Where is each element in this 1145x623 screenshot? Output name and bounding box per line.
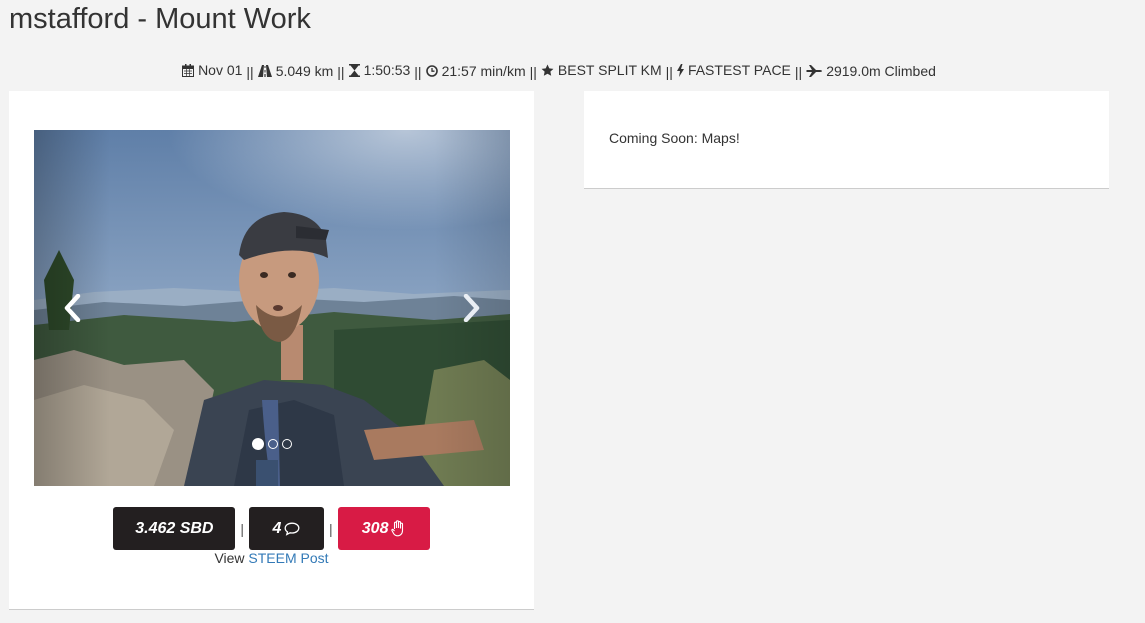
activity-photo-panel: 3.462 SBD | 4 | 308 View STEEM Post: [9, 91, 534, 610]
comment-icon: [285, 522, 300, 536]
stat-pace: 21:57 min/km: [425, 62, 526, 80]
stat-best-split: BEST SPLIT KM: [541, 61, 662, 79]
view-prefix: View: [214, 550, 245, 566]
hand-icon: [391, 520, 404, 537]
votes-count: 308: [361, 519, 389, 537]
chevron-left-icon: [64, 294, 81, 322]
carousel-indicators: [34, 438, 510, 450]
star-icon: [541, 64, 554, 76]
votes-button[interactable]: 308: [337, 507, 430, 550]
stat-separator: ||: [794, 63, 803, 80]
carousel-next-button[interactable]: [434, 130, 510, 486]
post-stats-buttons: 3.462 SBD | 4 | 308: [9, 507, 534, 550]
stat-distance-value: 5.049 km: [275, 62, 334, 79]
clock-icon: [425, 64, 438, 77]
photo-carousel[interactable]: [34, 130, 510, 486]
carousel-indicator-1[interactable]: [252, 438, 264, 450]
stat-pace-value: 21:57 min/km: [441, 62, 526, 79]
carousel-prev-button[interactable]: [34, 130, 110, 486]
stat-distance: 5.049 km: [257, 62, 334, 80]
stat-duration-value: 1:50:53: [363, 62, 411, 78]
stat-date-value: Nov 01: [198, 62, 243, 78]
button-divider: |: [240, 520, 244, 537]
hourglass-icon: [348, 63, 360, 77]
page-title: mstafford - Mount Work: [9, 3, 311, 35]
chevron-right-icon: [463, 294, 480, 322]
stat-fastest-pace: FASTEST PACE: [676, 61, 791, 79]
stat-best-split-value: BEST SPLIT KM: [557, 62, 662, 78]
carousel-indicator-3[interactable]: [282, 439, 292, 449]
map-panel: Coming Soon: Maps!: [584, 91, 1109, 189]
stat-separator: ||: [337, 63, 345, 80]
calendar-icon: [182, 63, 195, 77]
maps-coming-soon-text: Coming Soon: Maps!: [609, 130, 740, 146]
view-post-line: View STEEM Post: [9, 550, 534, 566]
stat-separator: ||: [665, 63, 673, 80]
stat-separator: ||: [246, 63, 254, 80]
activity-stats-bar: Nov 01 || 5.049 km || 1:50:53 || 21:57 m…: [0, 61, 1118, 81]
stat-climbed-value: 2919.0m Climbed: [826, 62, 936, 79]
payout-button[interactable]: 3.462 SBD: [113, 507, 236, 550]
button-divider: |: [329, 520, 333, 537]
stat-fastest-pace-value: FASTEST PACE: [687, 62, 791, 78]
stat-separator: ||: [529, 63, 537, 80]
stat-duration: 1:50:53: [348, 61, 411, 79]
road-icon: [257, 64, 272, 77]
steem-post-link[interactable]: STEEM Post: [248, 550, 328, 566]
comments-count: 4: [272, 519, 282, 537]
stat-climbed: 2919.0m Climbed: [806, 62, 936, 80]
stat-separator: ||: [414, 63, 422, 80]
bolt-icon: [676, 63, 684, 77]
plane-icon: [806, 64, 823, 77]
stat-date: Nov 01: [182, 61, 242, 79]
comments-button[interactable]: 4: [249, 507, 324, 550]
carousel-indicator-2[interactable]: [268, 439, 278, 449]
